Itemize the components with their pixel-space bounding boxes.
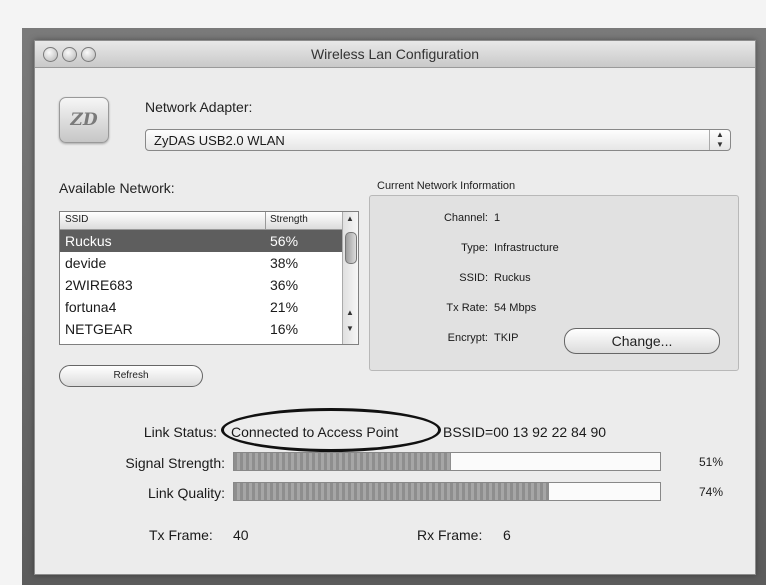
title-bar[interactable]: Wireless Lan Configuration — [35, 41, 755, 68]
encrypt-label: Encrypt: — [447, 332, 488, 344]
network-ssid: Ruckus — [65, 233, 112, 249]
updown-arrows-icon: ▲ ▼ — [709, 130, 730, 150]
change-button[interactable]: Change... — [564, 328, 720, 354]
signal-strength-label: Signal Strength: — [125, 455, 225, 471]
network-row[interactable]: devide 38% — [60, 252, 342, 274]
link-quality-label: Link Quality: — [147, 485, 225, 501]
network-ssid: fortuna4 — [65, 299, 117, 315]
network-strength: 16% — [270, 321, 299, 337]
available-network-list[interactable]: SSID Strength Ruckus 56% devide 38% 2WIR… — [59, 211, 359, 345]
ssid-label: SSID: — [459, 272, 488, 284]
rx-frame-label: Rx Frame: — [417, 527, 483, 543]
link-quality-fill — [234, 483, 550, 500]
signal-strength-bar — [233, 452, 661, 471]
encrypt-value: TKIP — [494, 332, 519, 344]
network-ssid: NETGEAR — [65, 321, 133, 337]
tx-rate-value: 54 Mbps — [494, 302, 537, 314]
column-header-ssid[interactable]: SSID — [65, 214, 88, 225]
link-quality-bar — [233, 482, 661, 501]
tx-rate-label: Tx Rate: — [446, 302, 488, 314]
network-row[interactable]: NETGEAR 16% — [60, 318, 342, 340]
link-status-label: Link Status: — [143, 424, 217, 440]
column-divider — [265, 212, 266, 229]
channel-label: Channel: — [443, 212, 488, 224]
type-value: Infrastructure — [494, 242, 559, 254]
scroll-up-icon[interactable]: ▲ — [346, 214, 354, 223]
column-header-strength[interactable]: Strength — [270, 214, 308, 225]
scroll-thumb[interactable] — [345, 232, 357, 264]
zydas-logo-icon: ZD — [59, 97, 109, 143]
network-strength: 36% — [270, 277, 299, 293]
network-strength: 21% — [270, 299, 299, 315]
network-row[interactable]: Ruckus 56% — [60, 230, 342, 252]
network-adapter-select[interactable]: ZyDAS USB2.0 WLAN ▲ ▼ — [145, 129, 731, 151]
ssid-value: Ruckus — [494, 272, 531, 284]
bssid-value: BSSID=00 13 92 22 84 90 — [443, 424, 607, 440]
network-row[interactable]: fortuna4 21% — [60, 296, 342, 318]
signal-strength-value: 51% — [699, 455, 724, 469]
available-network-label: Available Network: — [59, 180, 175, 196]
wireless-lan-window: Wireless Lan Configuration ZD Network Ad… — [34, 40, 756, 575]
link-quality-value: 74% — [699, 485, 724, 499]
rx-frame-value: 6 — [503, 527, 511, 543]
tx-frame-label: Tx Frame: — [149, 527, 213, 543]
type-label: Type: — [461, 242, 488, 254]
list-header: SSID Strength — [60, 212, 342, 230]
signal-strength-fill — [234, 453, 452, 470]
network-strength: 56% — [270, 233, 299, 249]
network-adapter-value: ZyDAS USB2.0 WLAN — [154, 133, 285, 148]
refresh-button[interactable]: Refresh — [59, 365, 203, 387]
network-adapter-label: Network Adapter: — [145, 99, 253, 115]
current-network-info-group: Channel: 1 Type: Infrastructure SSID: Ru… — [369, 195, 739, 371]
network-row[interactable]: 2WIRE683 36% — [60, 274, 342, 296]
current-network-info-title: Current Network Information — [377, 180, 516, 192]
window-title: Wireless Lan Configuration — [310, 46, 480, 62]
scroll-up-icon[interactable]: ▲ — [346, 308, 354, 317]
channel-value: 1 — [494, 212, 501, 224]
network-strength: 38% — [270, 255, 299, 271]
highlight-oval — [221, 408, 441, 452]
tx-frame-value: 40 — [233, 527, 249, 543]
network-ssid: 2WIRE683 — [65, 277, 133, 293]
list-scrollbar[interactable]: ▲ ▲ ▼ — [342, 212, 358, 344]
network-ssid: devide — [65, 255, 107, 271]
scroll-down-icon[interactable]: ▼ — [346, 324, 354, 333]
